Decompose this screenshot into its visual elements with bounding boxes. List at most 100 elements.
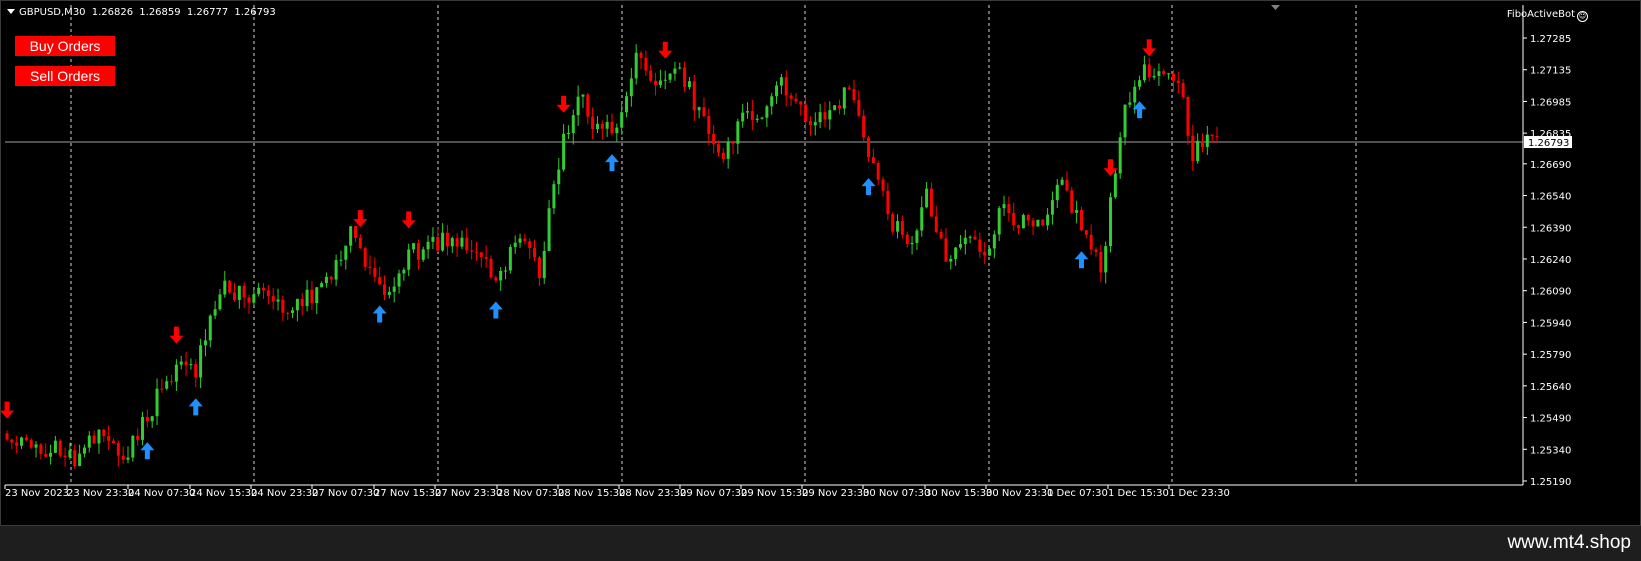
candle-body (102, 429, 106, 437)
candle-body (353, 226, 357, 238)
candle-body (600, 123, 604, 129)
smiley-icon: ☺ (1577, 11, 1588, 22)
down-arrow-icon (401, 211, 416, 229)
price-tick-label: 1.27285 (1530, 34, 1571, 45)
candle-body (1186, 97, 1190, 136)
candle-body (494, 277, 498, 281)
candle-body (49, 452, 53, 457)
time-tick-label: 24 Nov 23:30 (251, 488, 318, 499)
dropdown-triangle-icon[interactable] (7, 9, 15, 14)
current-price-label: 1.26793 (1528, 138, 1569, 149)
candle-body (765, 106, 769, 118)
candle-body (271, 295, 275, 302)
candle-body (363, 248, 367, 267)
price-tick-label: 1.25190 (1530, 477, 1571, 488)
candle-body (716, 144, 720, 153)
candle-body (179, 361, 183, 365)
sell-orders-button[interactable]: Sell Orders (15, 66, 115, 86)
candle-body (620, 112, 624, 128)
candle-body (1152, 75, 1156, 78)
candle-body (1138, 80, 1142, 87)
candle-body (1060, 179, 1064, 185)
buy-orders-button[interactable]: Buy Orders (15, 36, 115, 56)
candle-body (1162, 71, 1166, 75)
chart-header: GBPUSD,M30 1.26826 1.26859 1.26777 1.267… (7, 7, 279, 18)
time-tick-label: 24 Nov 07:30 (128, 488, 195, 499)
time-tick-label: 28 Nov 15:30 (558, 488, 625, 499)
candle-body (934, 216, 938, 233)
candle-body (537, 257, 541, 279)
candle-body (29, 440, 33, 448)
time-tick-label: 29 Nov 23:30 (802, 488, 869, 499)
candle-body (460, 237, 464, 247)
candle-layer (5, 44, 1219, 469)
candle-body (107, 436, 111, 441)
high-price: 1.26859 (139, 7, 181, 18)
candle-body (1147, 64, 1151, 78)
candle-body (1109, 197, 1113, 247)
chart-shift-marker-icon (1271, 5, 1280, 10)
low-price: 1.26777 (186, 7, 229, 18)
candle-body (223, 280, 227, 295)
candle-body (813, 122, 817, 126)
candle-body (828, 110, 832, 120)
open-price: 1.26826 (91, 7, 134, 18)
candle-body (150, 416, 154, 422)
candle-body (605, 121, 609, 129)
candle-body (823, 112, 827, 120)
candle-body (87, 435, 91, 448)
candle-body (295, 298, 299, 311)
sell-signal-arrow (401, 211, 416, 229)
candle-body (416, 243, 420, 260)
candle-body (1002, 204, 1006, 209)
candle-body (1036, 219, 1040, 227)
candle-body (760, 117, 764, 119)
watermark: www.mt4.shop (1507, 532, 1631, 553)
candle-body (53, 440, 57, 453)
price-tick-label: 1.25640 (1530, 382, 1571, 393)
candle-body (770, 96, 774, 107)
candle-body (731, 142, 735, 144)
candle-body (663, 79, 667, 81)
candle-body (455, 238, 459, 247)
candle-body (683, 67, 687, 88)
candle-body (1099, 251, 1103, 273)
chart-canvas[interactable]: 1.272851.271351.269851.268351.266901.265… (1, 1, 1640, 525)
candle-body (668, 73, 672, 80)
candle-body (775, 85, 779, 97)
candle-body (712, 133, 716, 145)
candle-body (518, 238, 522, 243)
time-tick-label: 1 Dec 07:30 (1047, 488, 1108, 499)
sell-signal-arrow (556, 95, 571, 113)
price-tick-label: 1.25340 (1530, 445, 1571, 456)
candle-body (116, 443, 120, 456)
candle-body (644, 57, 648, 71)
candle-body (78, 453, 82, 467)
candle-body (1041, 219, 1045, 226)
candle-body (15, 442, 19, 446)
time-tick-label: 30 Nov 15:30 (925, 488, 992, 499)
time-tick-label: 27 Nov 15:30 (374, 488, 441, 499)
candle-body (949, 258, 953, 262)
time-tick-label: 27 Nov 07:30 (312, 488, 379, 499)
candle-body (528, 241, 532, 249)
up-arrow-icon (1074, 251, 1089, 269)
candle-body (174, 364, 178, 382)
candle-body (44, 453, 48, 457)
candle-body (542, 250, 546, 279)
candle-body (876, 163, 880, 180)
candle-body (794, 98, 798, 102)
candle-body (228, 280, 232, 293)
buy-signal-arrow (605, 154, 619, 172)
candle-body (499, 270, 503, 281)
grid-layer (5, 5, 1523, 483)
candle-body (1191, 135, 1195, 162)
candle-body (199, 345, 203, 378)
candle-body (73, 450, 77, 467)
candle-body (837, 105, 841, 109)
candle-body (721, 152, 725, 159)
candle-body (450, 238, 454, 247)
candle-body (871, 157, 875, 164)
chart-window[interactable]: 1.27285 1.27135 1.26985 1.26835 1.26690 1.265… (0, 0, 1641, 526)
candle-body (1123, 104, 1127, 138)
